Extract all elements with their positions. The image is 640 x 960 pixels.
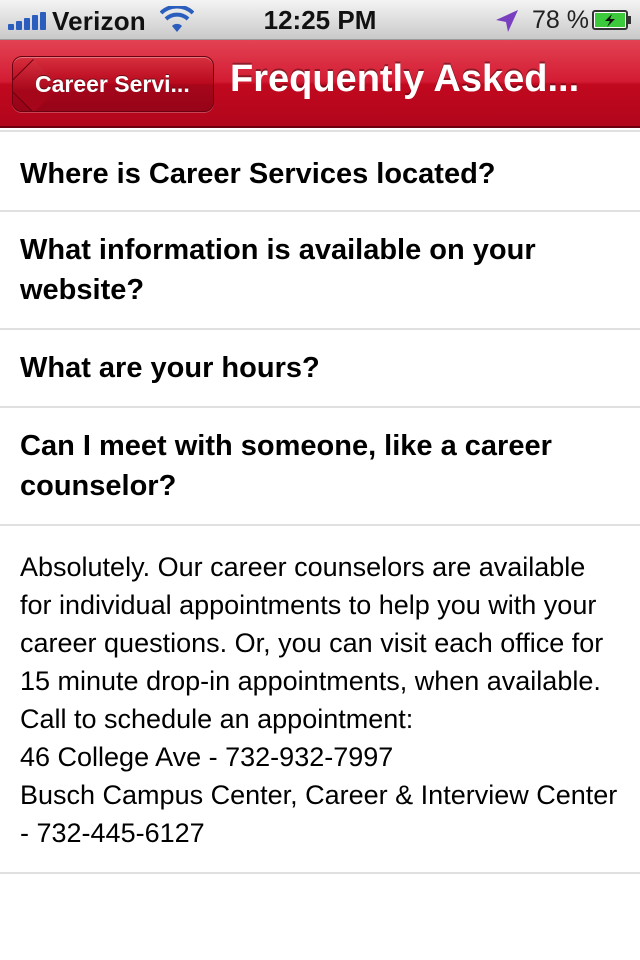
back-button-label: Career Servi... — [35, 71, 190, 97]
faq-question-website[interactable]: What information is available on your we… — [0, 212, 640, 328]
location-icon — [496, 10, 518, 32]
faq-list: Where is Career Services located? What i… — [0, 130, 640, 874]
battery-icon — [592, 10, 631, 30]
divider — [0, 872, 640, 874]
faq-question-location[interactable]: Where is Career Services located? — [0, 132, 640, 210]
battery-percent: 78 % — [532, 6, 589, 34]
page-title: Frequently Asked... — [230, 58, 580, 100]
faq-question-counselor[interactable]: Can I meet with someone, like a career c… — [0, 408, 640, 524]
navigation-bar: Career Servi... Frequently Asked... — [0, 40, 640, 128]
status-bar: Verizon 12:25 PM 78 % — [0, 0, 640, 40]
faq-answer-text: Absolutely. Our career counselors are av… — [20, 552, 618, 848]
back-button[interactable]: Career Servi... — [12, 56, 214, 112]
faq-question-hours[interactable]: What are your hours? — [0, 330, 640, 406]
